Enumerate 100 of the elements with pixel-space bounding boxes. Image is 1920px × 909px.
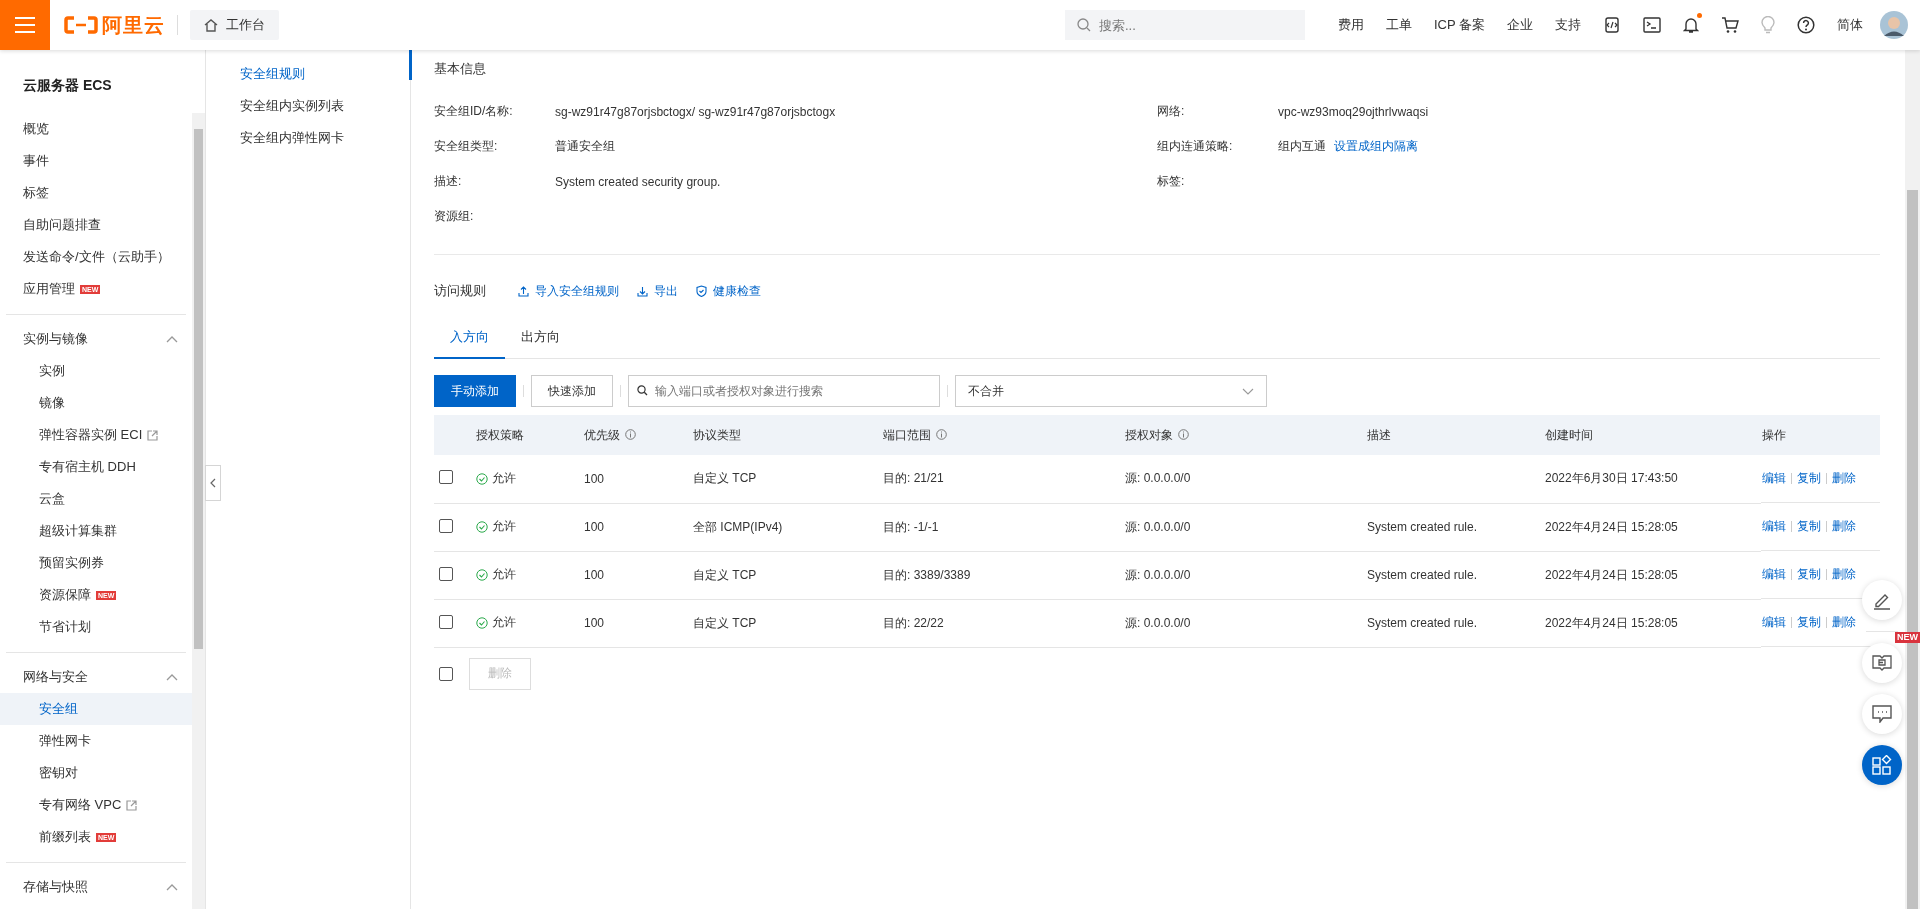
column-header: 授权对象 xyxy=(1125,427,1173,442)
add-button[interactable]: 手动添加 xyxy=(434,375,516,407)
sidebar-item[interactable]: 弹性容器实例 ECI xyxy=(0,419,192,451)
row-action-link[interactable]: 复制 xyxy=(1797,518,1821,535)
quick-add-button[interactable]: 快速添加 xyxy=(531,375,613,407)
sidebar-item[interactable]: 预留实例券 xyxy=(0,547,192,579)
sidebar-group[interactable]: 实例与镜像 xyxy=(0,323,192,355)
search-field[interactable]: 搜索... xyxy=(1064,10,1305,40)
table-cell: 目的: -1/-1 xyxy=(883,519,939,534)
help-icon[interactable] xyxy=(1797,16,1815,34)
tab[interactable]: 出方向 xyxy=(505,317,576,359)
check-circle-icon xyxy=(476,520,488,533)
book-icon xyxy=(1872,654,1892,672)
table-cell: 源: 0.0.0.0/0 xyxy=(1125,471,1191,486)
top-link[interactable]: 工单 xyxy=(1385,16,1412,34)
logo-text: 阿里云 xyxy=(102,12,165,38)
bell-icon[interactable] xyxy=(1683,16,1699,34)
menu-button[interactable] xyxy=(0,0,50,50)
checkbox[interactable] xyxy=(439,614,453,629)
table-cell: 目的: 22/22 xyxy=(883,615,944,630)
feedback-button[interactable] xyxy=(1862,694,1902,734)
link[interactable]: 设置成组内隔离 xyxy=(1334,138,1418,155)
top-link[interactable]: ICP 备案 xyxy=(1433,16,1485,34)
tab[interactable]: 入方向 xyxy=(434,317,505,359)
sidebar-item[interactable]: 发送命令/文件（云助手） xyxy=(0,241,192,273)
table-cell: 自定义 TCP xyxy=(693,567,757,582)
check-circle-icon xyxy=(476,472,488,485)
sidebar-item[interactable]: 弹性网卡 xyxy=(0,725,192,757)
workbench-button[interactable]: 工作台 xyxy=(190,10,279,40)
column-header: 操作 xyxy=(1762,427,1786,442)
row-action-link[interactable]: 编辑 xyxy=(1762,518,1786,535)
sidebar-item[interactable]: 镜像 xyxy=(0,387,192,419)
row-action-link[interactable]: 复制 xyxy=(1797,470,1821,487)
column-header: 描述 xyxy=(1367,427,1391,442)
sub-nav-item[interactable]: 安全组规则 xyxy=(206,58,410,90)
merge-select[interactable]: 不合并 xyxy=(955,375,1267,407)
edit-button[interactable] xyxy=(1862,580,1902,620)
apps-icon xyxy=(1872,755,1892,775)
sidebar-group[interactable]: 存储与快照 xyxy=(0,871,192,903)
table-cell: 源: 0.0.0.0/0 xyxy=(1125,519,1191,534)
column-header: 端口范围 xyxy=(883,427,931,442)
row-action-link[interactable]: 删除 xyxy=(1832,614,1856,631)
check-circle-icon xyxy=(476,616,488,629)
logo-icon xyxy=(64,16,98,34)
sidebar-item[interactable]: 自助问题排查 xyxy=(0,209,192,241)
top-link[interactable]: 费用 xyxy=(1337,16,1364,34)
download-icon xyxy=(637,285,648,297)
checkbox[interactable] xyxy=(439,566,453,581)
action-link[interactable]: 健康检查 xyxy=(696,282,761,300)
field-label: 网络: xyxy=(1157,103,1186,120)
row-action-link[interactable]: 复制 xyxy=(1797,614,1821,631)
row-action-link[interactable]: 编辑 xyxy=(1762,566,1786,583)
table-cell: System created rule. xyxy=(1367,520,1478,534)
table-cell: System created rule. xyxy=(1367,568,1478,582)
row-action-link[interactable]: 编辑 xyxy=(1762,614,1786,631)
field-label: 标签: xyxy=(1157,173,1186,190)
table-cell: 允许 xyxy=(492,470,516,487)
sidebar-item[interactable]: 密钥对 xyxy=(0,757,192,789)
checkbox[interactable] xyxy=(439,470,453,485)
language-link[interactable]: 简体 xyxy=(1837,16,1863,34)
chevron-icon xyxy=(210,478,216,488)
search-field[interactable]: 输入端口或者授权对象进行搜索 xyxy=(628,375,940,407)
table-cell: 2022年6月30日 17:43:50 xyxy=(1545,471,1678,486)
book-button[interactable] xyxy=(1862,643,1902,683)
sidebar-item[interactable]: 超级计算集群 xyxy=(0,515,192,547)
sidebar-item[interactable]: 云盒 xyxy=(0,483,192,515)
top-link[interactable]: 支持 xyxy=(1555,16,1581,34)
sidebar-item[interactable]: 概览 xyxy=(0,113,192,145)
row-action-link[interactable]: 删除 xyxy=(1832,566,1856,583)
checkbox[interactable] xyxy=(439,518,453,533)
sub-nav-item[interactable]: 安全组内实例列表 xyxy=(206,90,410,122)
action-link[interactable]: 导入安全组规则 xyxy=(518,282,619,300)
table-cell: 2022年4月24日 15:28:05 xyxy=(1545,567,1678,582)
column-header: 授权策略 xyxy=(476,427,524,442)
sidebar-group[interactable]: 网络与安全 xyxy=(0,661,192,693)
sidebar-item[interactable]: 安全组 xyxy=(0,693,192,725)
table-cell: System created rule. xyxy=(1367,616,1478,630)
table-cell: 允许 xyxy=(492,614,516,632)
table-cell: 允许 xyxy=(492,518,516,536)
avatar-icon[interactable] xyxy=(1880,11,1908,39)
checkbox[interactable] xyxy=(439,666,453,681)
row-action-link[interactable]: 删除 xyxy=(1832,518,1856,535)
row-action-link[interactable]: 编辑 xyxy=(1762,470,1786,487)
row-action-link[interactable]: 复制 xyxy=(1797,566,1821,583)
row-action-link[interactable]: 删除 xyxy=(1832,470,1856,487)
api-icon[interactable] xyxy=(1603,16,1621,34)
sidebar-item[interactable]: 标签 xyxy=(0,177,192,209)
sub-nav-item[interactable]: 安全组内弹性网卡 xyxy=(206,122,410,154)
table-cell: 100 xyxy=(584,568,605,582)
sidebar-item[interactable]: 实例 xyxy=(0,355,192,387)
sidebar-item[interactable]: 节省计划 xyxy=(0,611,192,643)
cart-icon[interactable] xyxy=(1721,16,1739,34)
upload-icon xyxy=(518,285,529,297)
apps-button[interactable] xyxy=(1862,745,1902,785)
top-link[interactable]: 企业 xyxy=(1507,16,1533,34)
sidebar-item[interactable]: 事件 xyxy=(0,145,192,177)
terminal-icon[interactable] xyxy=(1643,17,1661,33)
sidebar-item[interactable]: 专有宿主机 DDH xyxy=(0,451,192,483)
action-link[interactable]: 导出 xyxy=(637,282,678,300)
sidebar-item[interactable]: 专有网络 VPC xyxy=(0,789,192,821)
